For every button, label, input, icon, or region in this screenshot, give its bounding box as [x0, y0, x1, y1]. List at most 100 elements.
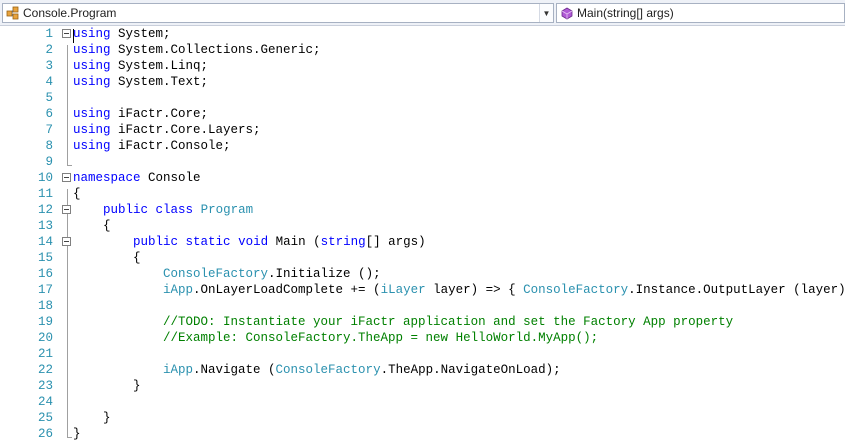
line-number: 3	[45, 59, 53, 73]
code-text: iApp.OnLayerLoadComplete += (iLayer laye…	[73, 282, 845, 298]
code-text: }	[73, 410, 111, 426]
code-text: public static void Main (string[] args)	[73, 234, 426, 250]
member-dropdown-value: Main(string[] args)	[577, 6, 674, 20]
code-token: iFactr.Console;	[110, 139, 231, 153]
code-line[interactable]: 24	[0, 394, 845, 410]
code-token: .Initialize ();	[268, 267, 381, 281]
line-number: 5	[45, 91, 53, 105]
code-token: .TheApp.NavigateOnLoad);	[380, 363, 561, 377]
code-line[interactable]: 23 }	[0, 378, 845, 394]
code-token: static	[185, 235, 231, 249]
code-token: using	[73, 59, 111, 73]
code-text: public class Program	[73, 202, 253, 218]
member-dropdown[interactable]: Main(string[] args)	[556, 3, 845, 23]
line-number: 21	[37, 347, 53, 361]
collapse-icon[interactable]	[62, 205, 71, 214]
code-line[interactable]: 1 using System;	[0, 26, 845, 43]
code-line[interactable]: 5	[0, 90, 845, 106]
code-token: //TODO: Instantiate your iFactr applicat…	[163, 315, 734, 329]
code-line[interactable]: 4 using System.Text;	[0, 74, 845, 90]
code-line[interactable]: 15 {	[0, 250, 845, 266]
code-line[interactable]: 7 using iFactr.Core.Layers;	[0, 122, 845, 138]
line-number: 4	[45, 75, 53, 89]
chevron-down-icon[interactable]: ▼	[539, 4, 553, 22]
text-caret	[73, 29, 74, 43]
code-token: {	[73, 251, 141, 265]
code-token: void	[238, 235, 269, 249]
code-token: Program	[200, 203, 254, 217]
line-number: 23	[37, 379, 53, 393]
code-token: {	[73, 219, 111, 233]
code-line[interactable]: 8 using iFactr.Console;	[0, 138, 845, 154]
line-number: 26	[37, 427, 53, 441]
code-token: namespace	[73, 171, 141, 185]
code-editor[interactable]: 1 using System; 2 using System.Collections.…	[0, 26, 845, 444]
code-token: System;	[110, 27, 171, 41]
code-line[interactable]: 16 ConsoleFactory.Initialize ();	[0, 266, 845, 282]
line-number: 1	[45, 27, 53, 41]
line-number: 16	[37, 267, 53, 281]
code-text: using System.Collections.Generic;	[73, 42, 321, 58]
code-token: using	[73, 107, 111, 121]
code-line[interactable]: 25 }	[0, 410, 845, 426]
type-dropdown-value: Console.Program	[23, 6, 117, 20]
code-token: using	[73, 27, 111, 41]
code-line[interactable]: 6 using iFactr.Core;	[0, 106, 845, 122]
code-token: Main (	[268, 235, 321, 249]
line-number: 2	[45, 43, 53, 57]
code-token: ConsoleFactory	[275, 363, 381, 377]
line-number: 24	[37, 395, 53, 409]
code-line[interactable]: 20 //Example: ConsoleFactory.TheApp = ne…	[0, 330, 845, 346]
code-line[interactable]: 18	[0, 298, 845, 314]
code-line[interactable]: 26}	[0, 426, 845, 442]
code-token: class	[155, 203, 194, 217]
code-line[interactable]: 14 public static void Main (string[] arg…	[0, 234, 845, 250]
code-token: iFactr.Core;	[110, 107, 209, 121]
code-token: }	[73, 411, 111, 425]
collapse-icon[interactable]	[62, 29, 71, 38]
code-token: iApp	[163, 283, 194, 297]
code-line[interactable]: 11 {	[0, 186, 845, 202]
line-number: 13	[37, 219, 53, 233]
code-line[interactable]: 13 {	[0, 218, 845, 234]
code-token: iLayer	[380, 283, 426, 297]
code-text: iApp.Navigate (ConsoleFactory.TheApp.Nav…	[73, 362, 561, 378]
code-line[interactable]: 21	[0, 346, 845, 362]
code-token: using	[73, 123, 111, 137]
collapse-icon[interactable]	[62, 237, 71, 246]
type-dropdown[interactable]: Console.Program ▼	[2, 3, 554, 23]
code-text: //TODO: Instantiate your iFactr applicat…	[73, 314, 733, 330]
code-line[interactable]: 19 //TODO: Instantiate your iFactr appli…	[0, 314, 845, 330]
line-number: 22	[37, 363, 53, 377]
code-token: ConsoleFactory	[523, 283, 629, 297]
code-line[interactable]: 17 iApp.OnLayerLoadComplete += (iLayer l…	[0, 282, 845, 298]
code-token: string	[320, 235, 366, 249]
code-token: //Example: ConsoleFactory.TheApp = new H…	[163, 331, 599, 345]
method-icon	[560, 6, 574, 20]
line-number: 19	[37, 315, 53, 329]
line-number: 17	[37, 283, 53, 297]
code-token: iFactr.Core.Layers;	[110, 123, 261, 137]
collapse-icon[interactable]	[62, 173, 71, 182]
code-text: using iFactr.Console;	[73, 138, 231, 154]
code-text: }	[73, 378, 141, 394]
code-line[interactable]: 10 namespace Console	[0, 170, 845, 186]
code-token: }	[73, 379, 141, 393]
code-token: .Instance.OutputLayer (layer); };	[628, 283, 845, 297]
code-text: using System.Text;	[73, 74, 208, 90]
code-text: {	[73, 250, 141, 266]
code-line[interactable]: 12 public class Program	[0, 202, 845, 218]
code-line[interactable]: 22 iApp.Navigate (ConsoleFactory.TheApp.…	[0, 362, 845, 378]
code-text: using System.Linq;	[73, 58, 208, 74]
code-line[interactable]: 3 using System.Linq;	[0, 58, 845, 74]
code-line[interactable]: 2 using System.Collections.Generic;	[0, 42, 845, 58]
code-text: //Example: ConsoleFactory.TheApp = new H…	[73, 330, 598, 346]
code-line[interactable]: 9	[0, 154, 845, 170]
